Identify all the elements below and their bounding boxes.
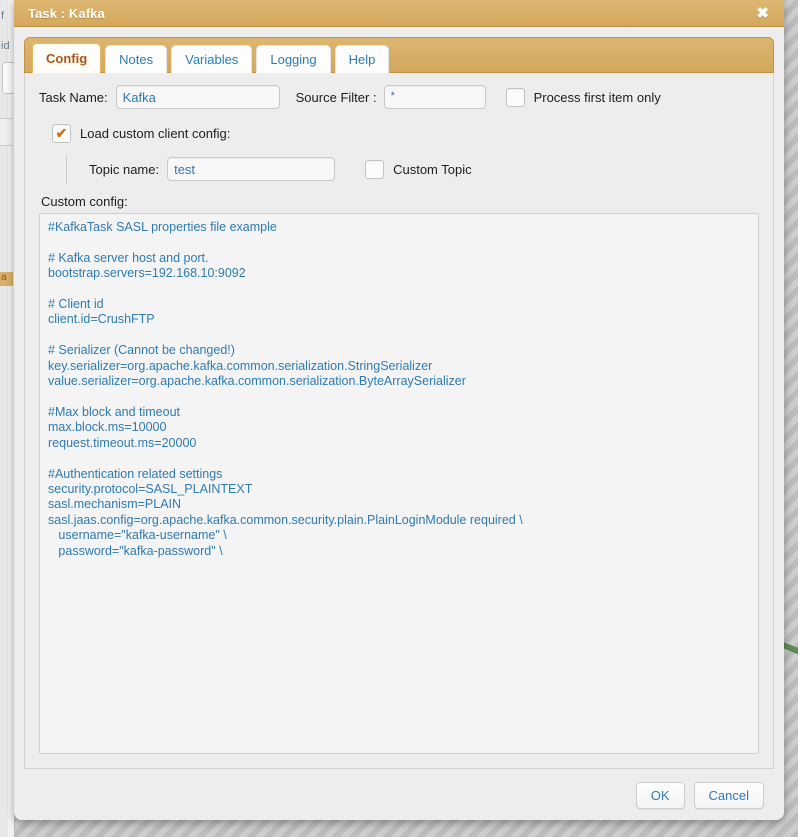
- background-ghost-text-1: f: [1, 10, 13, 22]
- task-kafka-dialog: Task : Kafka ✖ Config Notes Variables Lo…: [14, 0, 784, 820]
- source-filter-input[interactable]: [384, 85, 486, 109]
- checkmark-icon: ✔: [56, 126, 68, 140]
- tab-config[interactable]: Config: [32, 43, 101, 73]
- cancel-button[interactable]: Cancel: [694, 782, 764, 809]
- tab-notes[interactable]: Notes: [105, 45, 167, 73]
- dialog-body: Config Notes Variables Logging Help Task…: [14, 27, 784, 770]
- custom-config-textarea[interactable]: #KafkaTask SASL properties file example …: [39, 213, 759, 754]
- process-first-item-checkbox[interactable]: ✔: [506, 88, 525, 107]
- background-page-sliver: f id a: [0, 0, 15, 837]
- task-name-label: Task Name:: [39, 90, 108, 105]
- tab-variables[interactable]: Variables: [171, 45, 252, 73]
- source-filter-label: Source Filter :: [296, 90, 377, 105]
- topic-indent-group: Topic name: ✔ Custom Topic: [66, 155, 759, 184]
- task-name-input[interactable]: [116, 85, 280, 109]
- tab-bar: Config Notes Variables Logging Help: [24, 37, 774, 73]
- background-ghost-text-2: id: [1, 40, 13, 52]
- custom-topic-label: Custom Topic: [393, 162, 472, 177]
- load-custom-client-config-row: ✔ Load custom client config:: [39, 124, 759, 143]
- background-ghost-box-2: [0, 118, 13, 146]
- background-chip-label: a: [1, 272, 7, 283]
- topic-name-row: Topic name: ✔ Custom Topic: [89, 157, 759, 181]
- load-custom-client-config-checkbox[interactable]: ✔: [52, 124, 71, 143]
- load-custom-client-config-label: Load custom client config:: [80, 126, 230, 141]
- process-first-item-label: Process first item only: [534, 90, 661, 105]
- tab-logging[interactable]: Logging: [256, 45, 330, 73]
- ok-button[interactable]: OK: [636, 782, 685, 809]
- topic-name-label: Topic name:: [89, 162, 159, 177]
- task-name-row: Task Name: Source Filter : ✔ Process fir…: [39, 85, 759, 109]
- config-panel: Task Name: Source Filter : ✔ Process fir…: [24, 72, 774, 769]
- custom-config-label: Custom config:: [41, 194, 759, 209]
- custom-topic-checkbox[interactable]: ✔: [365, 160, 384, 179]
- dialog-footer: OK Cancel: [14, 770, 784, 820]
- dialog-title: Task : Kafka: [28, 6, 105, 21]
- tab-help[interactable]: Help: [335, 45, 390, 73]
- close-icon[interactable]: ✖: [753, 4, 772, 23]
- topic-name-input[interactable]: [167, 157, 335, 181]
- dialog-titlebar: Task : Kafka ✖: [14, 0, 784, 27]
